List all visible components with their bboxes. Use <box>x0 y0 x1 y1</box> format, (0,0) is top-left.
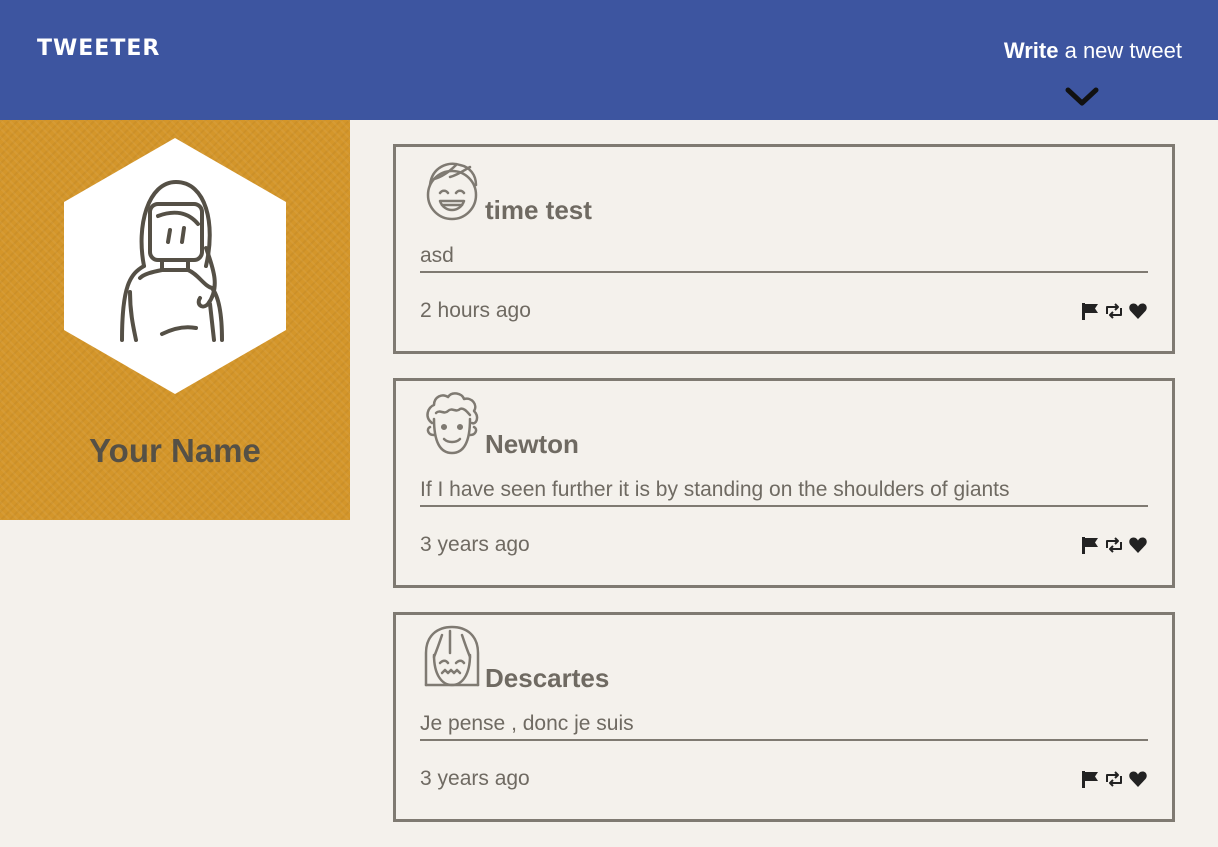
heart-icon[interactable] <box>1128 535 1148 555</box>
heart-icon[interactable] <box>1128 769 1148 789</box>
avatar-curly-hair-man-icon <box>426 392 479 455</box>
flag-icon[interactable] <box>1080 535 1100 555</box>
retweet-icon[interactable] <box>1104 769 1124 789</box>
tweet-timestamp: 3 years ago <box>420 533 530 556</box>
tweet-author[interactable]: Descartes <box>485 663 609 694</box>
top-bar: TWEETER Write a new tweet <box>0 0 1218 120</box>
profile-name: Your Name <box>89 432 261 469</box>
tweet-card: time test asd 2 hours ago <box>393 144 1175 354</box>
tweet-actions <box>1080 535 1148 555</box>
brand-logo[interactable]: TWEETER <box>37 36 160 61</box>
profile-avatar <box>64 138 286 394</box>
flag-icon[interactable] <box>1080 301 1100 321</box>
chevron-down-icon[interactable] <box>1064 85 1100 109</box>
tweet-actions <box>1080 301 1148 321</box>
tweet-card: Newton If I have seen further it is by s… <box>393 378 1175 588</box>
tweet-actions <box>1080 769 1148 789</box>
write-tweet-toggle[interactable]: Write a new tweet <box>1004 38 1182 64</box>
tweet-text: If I have seen further it is by standing… <box>420 475 1148 507</box>
heart-icon[interactable] <box>1128 301 1148 321</box>
retweet-icon[interactable] <box>1104 301 1124 321</box>
retweet-icon[interactable] <box>1104 535 1124 555</box>
avatar-bob-hair-woman-icon <box>424 625 480 687</box>
compose-label-rest: a new tweet <box>1058 38 1182 63</box>
compose-label-bold: Write <box>1003 38 1059 63</box>
flag-icon[interactable] <box>1080 769 1100 789</box>
tweet-timestamp: 3 years ago <box>420 767 530 790</box>
tweet-author[interactable]: Newton <box>485 429 579 460</box>
tweet-text: asd <box>420 241 1148 273</box>
avatar-smiling-man-icon <box>426 162 478 221</box>
tweet-author[interactable]: time test <box>485 195 592 226</box>
tweet-text: Je pense , donc je suis <box>420 709 1148 741</box>
tweet-timestamp: 2 hours ago <box>420 299 531 322</box>
tweet-card: Descartes Je pense , donc je suis 3 year… <box>393 612 1175 822</box>
tweet-feed: time test asd 2 hours ago Newton If I ha… <box>393 144 1175 846</box>
